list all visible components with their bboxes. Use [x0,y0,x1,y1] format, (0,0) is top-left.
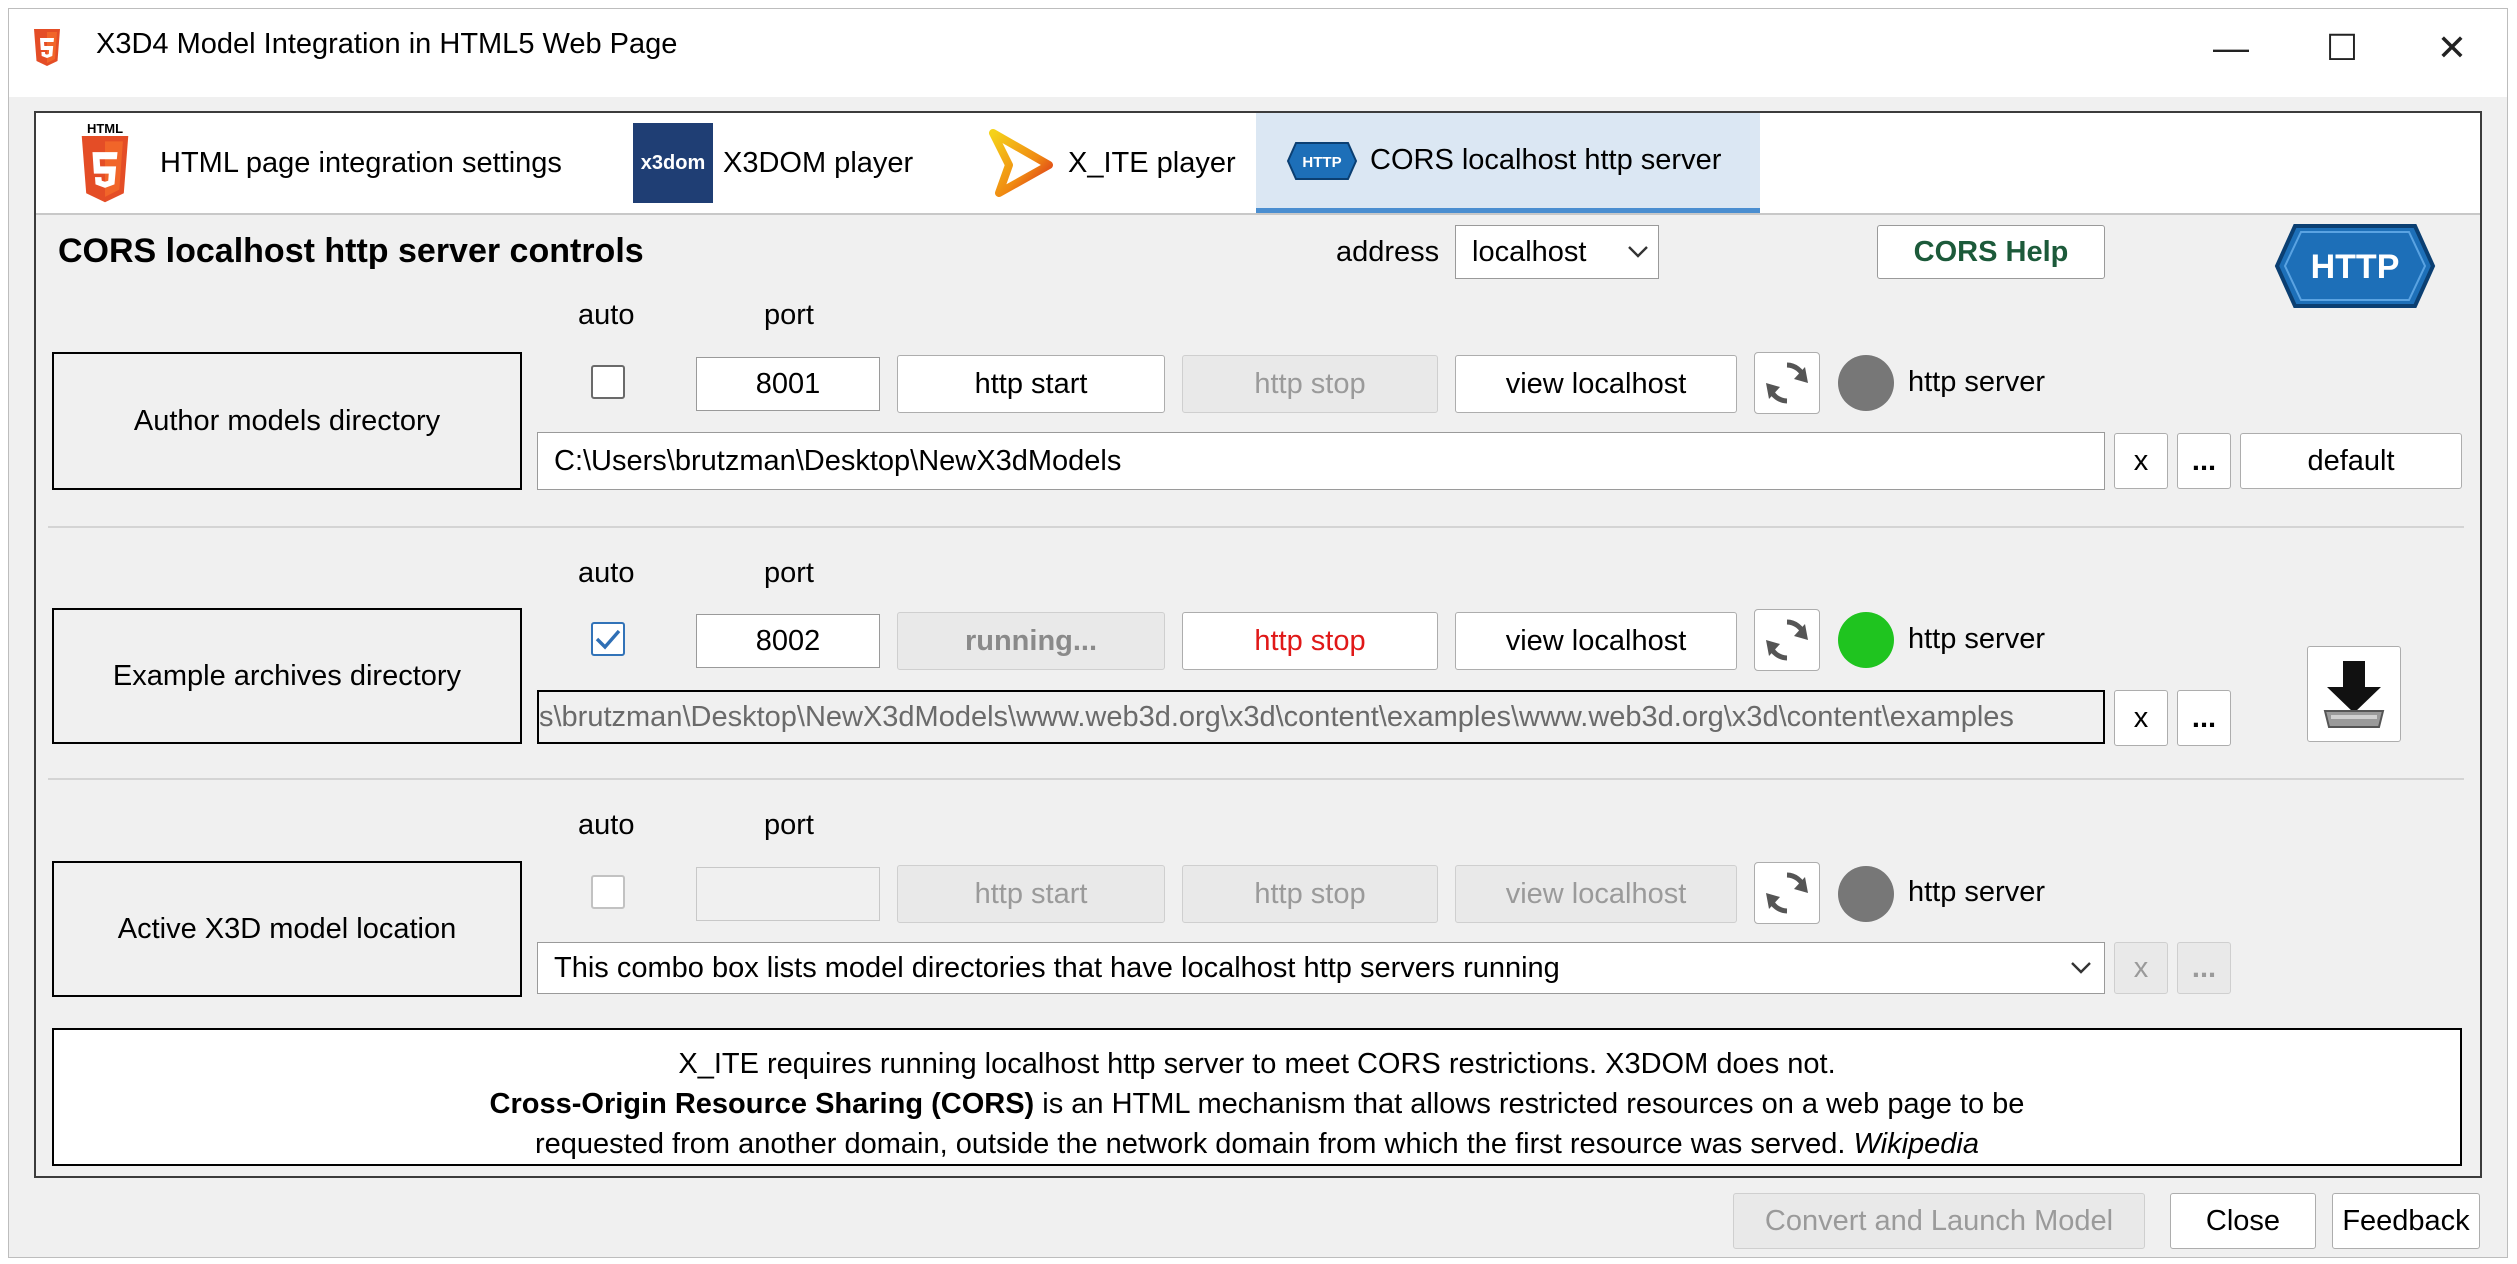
auto-checkbox[interactable] [591,622,625,656]
info-text: is an HTML mechanism that allows restric… [1034,1088,2025,1120]
html5-icon: HTML [70,118,140,208]
info-line: X_ITE requires running localhost http se… [678,1048,1836,1080]
refresh-button[interactable] [1754,609,1820,671]
html5-icon [30,28,64,68]
svg-text:HTTP: HTTP [1302,154,1341,171]
http-stop-button[interactable]: http stop [1182,865,1438,923]
auto-label: auto [578,809,635,841]
chevron-down-icon [2058,961,2104,975]
x3dom-icon: x3dom [633,123,713,203]
http-logo-icon: HTTP [2273,222,2437,310]
running-status-button[interactable]: running... [897,612,1165,670]
feedback-button[interactable]: Feedback [2332,1193,2480,1249]
example-archives-path-input[interactable]: s\brutzman\Desktop\NewX3dModels\www.web3… [537,690,2105,744]
http-server-label: http server [1908,623,2045,655]
address-select[interactable]: localhost [1455,225,1659,279]
section-title: CORS localhost http server controls [58,232,644,270]
close-button[interactable]: Close [2170,1193,2316,1249]
port-label: port [764,809,814,841]
checkmark-icon [595,629,621,650]
tab-label: HTML page integration settings [160,146,562,179]
download-icon [2323,661,2385,728]
example-archives-directory-label: Example archives directory [52,608,522,744]
browse-path-button[interactable]: ... [2177,433,2231,489]
running-servers-combo[interactable]: This combo box lists model directories t… [537,942,2105,994]
maximize-button[interactable]: ☐ [2307,22,2377,74]
cors-info-box: X_ITE requires running localhost http se… [52,1028,2462,1166]
convert-and-launch-button[interactable]: Convert and Launch Model [1733,1193,2145,1249]
chevron-down-icon [1618,245,1658,259]
tab-x-ite-player[interactable]: X_ITE player [984,113,1254,213]
browse-path-button[interactable]: ... [2177,942,2231,994]
info-line: requested from another domain, outside t… [54,1124,2460,1164]
author-models-path-input[interactable]: C:\Users\brutzman\Desktop\NewX3dModels [537,432,2105,490]
refresh-button[interactable] [1754,862,1820,924]
http-icon: HTTP [1286,141,1358,181]
view-localhost-button[interactable]: view localhost [1455,612,1737,670]
address-value: localhost [1472,235,1587,268]
clear-path-button[interactable]: x [2114,942,2168,994]
tab-x3dom-player[interactable]: x3dom X3DOM player [633,113,933,213]
close-window-button[interactable]: ✕ [2417,22,2487,74]
auto-checkbox[interactable] [591,875,625,909]
port-input[interactable] [696,867,880,921]
tab-label: X3DOM player [723,146,914,179]
clear-path-button[interactable]: x [2114,433,2168,489]
tab-divider [36,213,2480,215]
wikipedia-citation: Wikipedia [1853,1128,1979,1160]
tab-html-page-integration[interactable]: HTML HTML page integration settings [70,113,590,213]
server-status-indicator [1838,612,1894,668]
info-line: Cross-Origin Resource Sharing (CORS) is … [54,1084,2460,1124]
section-divider [48,778,2464,780]
auto-label: auto [578,557,635,589]
port-input[interactable]: 8001 [696,357,880,411]
active-model-location-label: Active X3D model location [52,861,522,997]
auto-label: auto [578,299,635,331]
default-path-button[interactable]: default [2240,433,2462,489]
download-archives-button[interactable] [2307,646,2401,742]
http-server-label: http server [1908,876,2045,908]
view-localhost-button[interactable]: view localhost [1455,355,1737,413]
cors-help-button[interactable]: CORS Help [1877,225,2105,279]
cors-term: Cross-Origin Resource Sharing (CORS) [489,1088,1035,1120]
port-label: port [764,557,814,589]
refresh-icon [1766,872,1808,914]
auto-checkbox[interactable] [591,365,625,399]
refresh-icon [1766,362,1808,404]
tab-label: CORS localhost http server [1370,144,1722,176]
browse-path-button[interactable]: ... [2177,690,2231,746]
http-start-button[interactable]: http start [897,355,1165,413]
address-label: address [1336,236,1440,268]
x-ite-icon [984,123,1056,203]
clear-path-button[interactable]: x [2114,690,2168,746]
http-start-button[interactable]: http start [897,865,1165,923]
server-status-indicator [1838,866,1894,922]
refresh-button[interactable] [1754,352,1820,414]
port-label: port [764,299,814,331]
port-input[interactable]: 8002 [696,614,880,668]
http-stop-button[interactable]: http stop [1182,612,1438,670]
section-divider [48,526,2464,528]
http-stop-button[interactable]: http stop [1182,355,1438,413]
view-localhost-button[interactable]: view localhost [1455,865,1737,923]
tab-cors-localhost-server[interactable]: HTTP CORS localhost http server [1256,113,1760,213]
http-server-label: http server [1908,366,2045,398]
combo-value: This combo box lists model directories t… [554,951,1560,984]
minimize-button[interactable]: — [2196,22,2266,74]
refresh-icon [1766,619,1808,661]
tab-label: X_ITE player [1068,146,1236,179]
svg-text:HTTP: HTTP [2311,248,2400,286]
window-title: X3D4 Model Integration in HTML5 Web Page [96,28,678,60]
server-status-indicator [1838,355,1894,411]
author-models-directory-label: Author models directory [52,352,522,490]
info-text: requested from another domain, outside t… [535,1128,1846,1160]
